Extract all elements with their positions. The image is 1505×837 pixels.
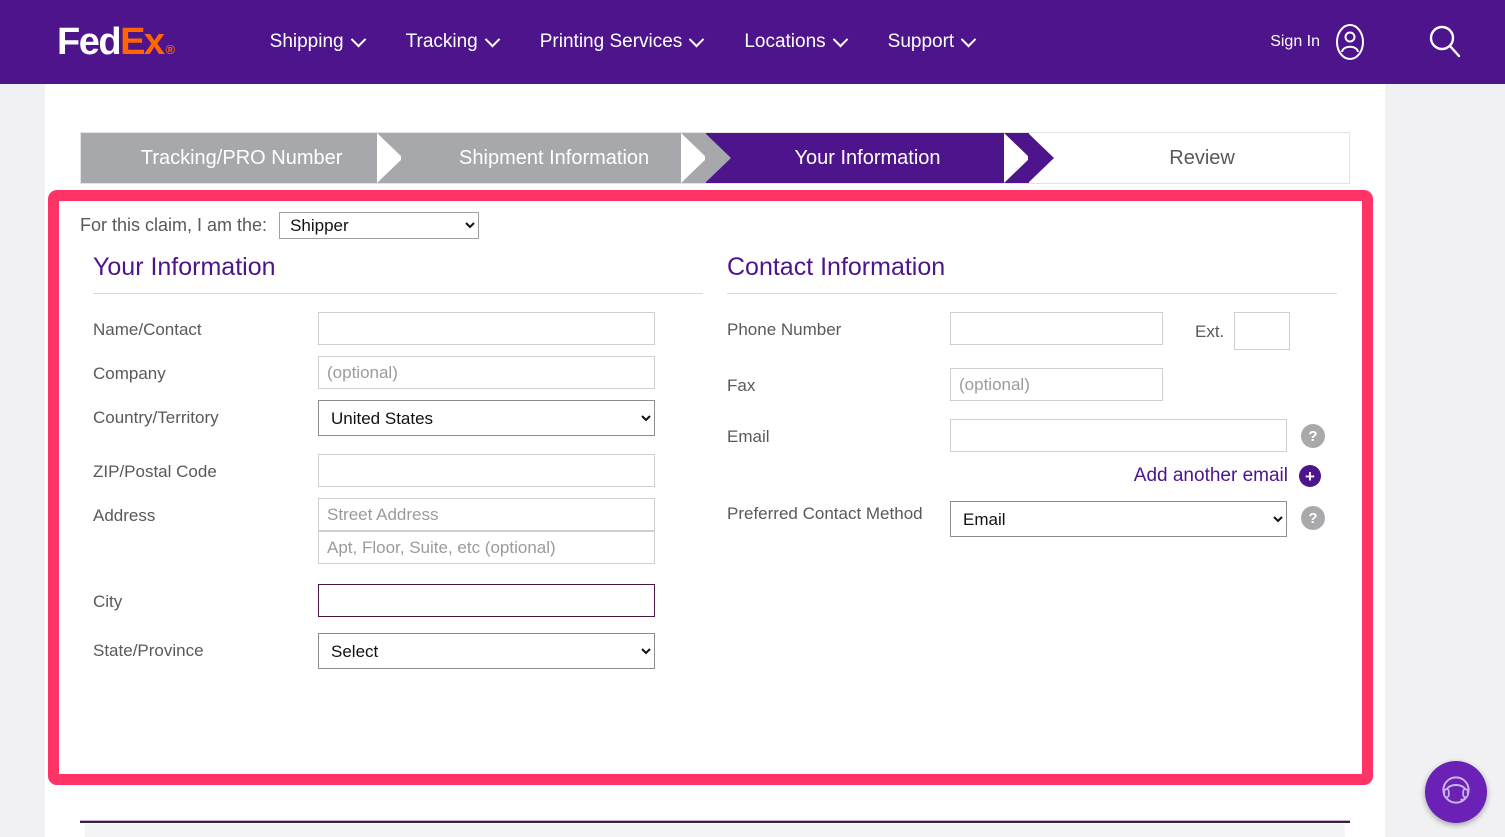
- chevron-down-icon: [689, 31, 705, 47]
- step-your-information-label: Your Information: [794, 146, 941, 169]
- fedex-logo[interactable]: Fed Ex ®: [57, 21, 176, 63]
- phone-label: Phone Number: [727, 320, 842, 339]
- nav-item-printing-services-label: Printing Services: [539, 31, 683, 52]
- email-input[interactable]: [950, 419, 1287, 452]
- field-row-phone: Phone Number Ext.: [727, 312, 1337, 350]
- city-label: City: [93, 592, 123, 611]
- nav-item-shipping-label: Shipping: [269, 31, 344, 52]
- field-row-company: Company: [93, 356, 703, 389]
- nav-item-shipping[interactable]: Shipping: [269, 31, 366, 53]
- step-notch: [377, 133, 404, 183]
- country-select[interactable]: United States: [318, 400, 655, 436]
- nav-item-tracking-label: Tracking: [405, 31, 478, 52]
- preferred-contact-label: Preferred Contact Method: [727, 504, 923, 523]
- field-row-state: State/Province Select: [93, 633, 703, 669]
- section-divider: [727, 293, 1337, 294]
- email-label: Email: [727, 427, 770, 446]
- state-label: State/Province: [93, 641, 204, 660]
- question-mark-icon[interactable]: ?: [1301, 506, 1325, 530]
- address-input-group: [318, 498, 703, 564]
- plus-circle-icon[interactable]: +: [1299, 465, 1321, 487]
- city-input[interactable]: [318, 584, 655, 617]
- preferred-contact-select[interactable]: Email: [950, 501, 1287, 537]
- claim-role-row: For this claim, I am the: Shipper: [80, 212, 480, 239]
- contact-information-section: Contact Information Phone Number Ext. Fa…: [727, 253, 1337, 548]
- your-information-section: Your Information Name/Contact Company Co…: [93, 253, 703, 680]
- chevron-down-icon: [832, 31, 848, 47]
- chat-support-icon: [1438, 772, 1474, 813]
- contact-information-title: Contact Information: [727, 253, 946, 281]
- phone-input[interactable]: [950, 312, 1163, 345]
- fax-input[interactable]: [950, 368, 1163, 401]
- ext-input[interactable]: [1234, 312, 1291, 350]
- step-shipment-information-label: Shipment Information: [459, 146, 650, 169]
- nav-item-tracking[interactable]: Tracking: [405, 31, 501, 53]
- bottom-panel: [85, 824, 1345, 837]
- nav-right-group: Sign In: [1270, 22, 1465, 62]
- step-tracking-pro-number-label: Tracking/PRO Number: [140, 146, 343, 169]
- ext-label: Ext.: [1195, 322, 1225, 341]
- question-mark-icon[interactable]: ?: [1301, 424, 1325, 448]
- search-icon[interactable]: [1425, 22, 1465, 62]
- country-label: Country/Territory: [93, 408, 219, 427]
- progress-step-bar: Tracking/PRO Number Shipment Information…: [80, 132, 1350, 184]
- step-notch: [1004, 133, 1031, 183]
- chevron-down-icon: [350, 31, 366, 47]
- section-divider: [93, 293, 703, 294]
- field-row-name-contact: Name/Contact: [93, 312, 703, 345]
- main-nav-links: Shipping Tracking Printing Services Loca…: [270, 31, 1017, 53]
- sign-in-link[interactable]: Sign In: [1270, 33, 1320, 51]
- address-line2-input[interactable]: [318, 531, 655, 564]
- chevron-down-icon: [960, 31, 977, 47]
- add-another-email-link[interactable]: Add another email: [1134, 465, 1288, 487]
- step-review[interactable]: Review: [1055, 133, 1349, 183]
- zip-label: ZIP/Postal Code: [93, 462, 217, 481]
- top-navigation-bar: Fed Ex ® Shipping Tracking Printing Servic…: [0, 0, 1505, 84]
- field-row-city: City: [93, 584, 703, 617]
- step-tracking-pro-number[interactable]: Tracking/PRO Number: [81, 133, 428, 183]
- nav-item-support-label: Support: [887, 31, 955, 52]
- field-row-fax: Fax: [727, 368, 1337, 401]
- field-row-address: Address: [93, 498, 703, 564]
- step-arrow-icon: [1028, 133, 1055, 183]
- address-line1-input[interactable]: [318, 498, 655, 531]
- fax-label: Fax: [727, 376, 756, 395]
- zip-input[interactable]: [318, 454, 655, 487]
- company-input[interactable]: [318, 356, 655, 389]
- claim-role-select[interactable]: Shipper: [279, 212, 480, 239]
- step-arrow-icon: [401, 133, 428, 183]
- chat-support-button[interactable]: [1425, 761, 1487, 823]
- address-label: Address: [93, 506, 156, 525]
- bottom-divider: [80, 820, 1350, 823]
- company-label: Company: [93, 364, 166, 383]
- nav-item-printing-services[interactable]: Printing Services: [539, 31, 705, 53]
- logo-ex-text: Ex: [120, 21, 165, 63]
- field-row-preferred-contact: Preferred Contact Method Email ?: [727, 501, 1337, 537]
- name-contact-label: Name/Contact: [93, 320, 202, 339]
- logo-fed-text: Fed: [57, 21, 122, 63]
- add-another-email-row: Add another email +: [727, 465, 1321, 487]
- logo-registered-icon: ®: [165, 42, 176, 57]
- step-shipment-information[interactable]: Shipment Information: [402, 133, 731, 183]
- nav-item-support[interactable]: Support: [887, 31, 977, 53]
- user-avatar-icon[interactable]: [1330, 22, 1370, 62]
- claim-role-label: For this claim, I am the:: [80, 215, 268, 235]
- step-your-information[interactable]: Your Information: [705, 133, 1055, 183]
- field-row-email: Email ?: [727, 419, 1337, 452]
- step-arrow-icon: [704, 133, 731, 183]
- field-row-country: Country/Territory United States: [93, 400, 703, 436]
- your-information-title: Your Information: [93, 253, 276, 281]
- field-row-zip: ZIP/Postal Code: [93, 454, 703, 487]
- nav-item-locations[interactable]: Locations: [744, 31, 848, 53]
- step-review-label: Review: [1169, 146, 1235, 169]
- name-contact-input[interactable]: [318, 312, 655, 345]
- state-select[interactable]: Select: [318, 633, 655, 669]
- step-notch: [680, 133, 707, 183]
- chevron-down-icon: [484, 31, 501, 47]
- nav-item-locations-label: Locations: [744, 31, 826, 52]
